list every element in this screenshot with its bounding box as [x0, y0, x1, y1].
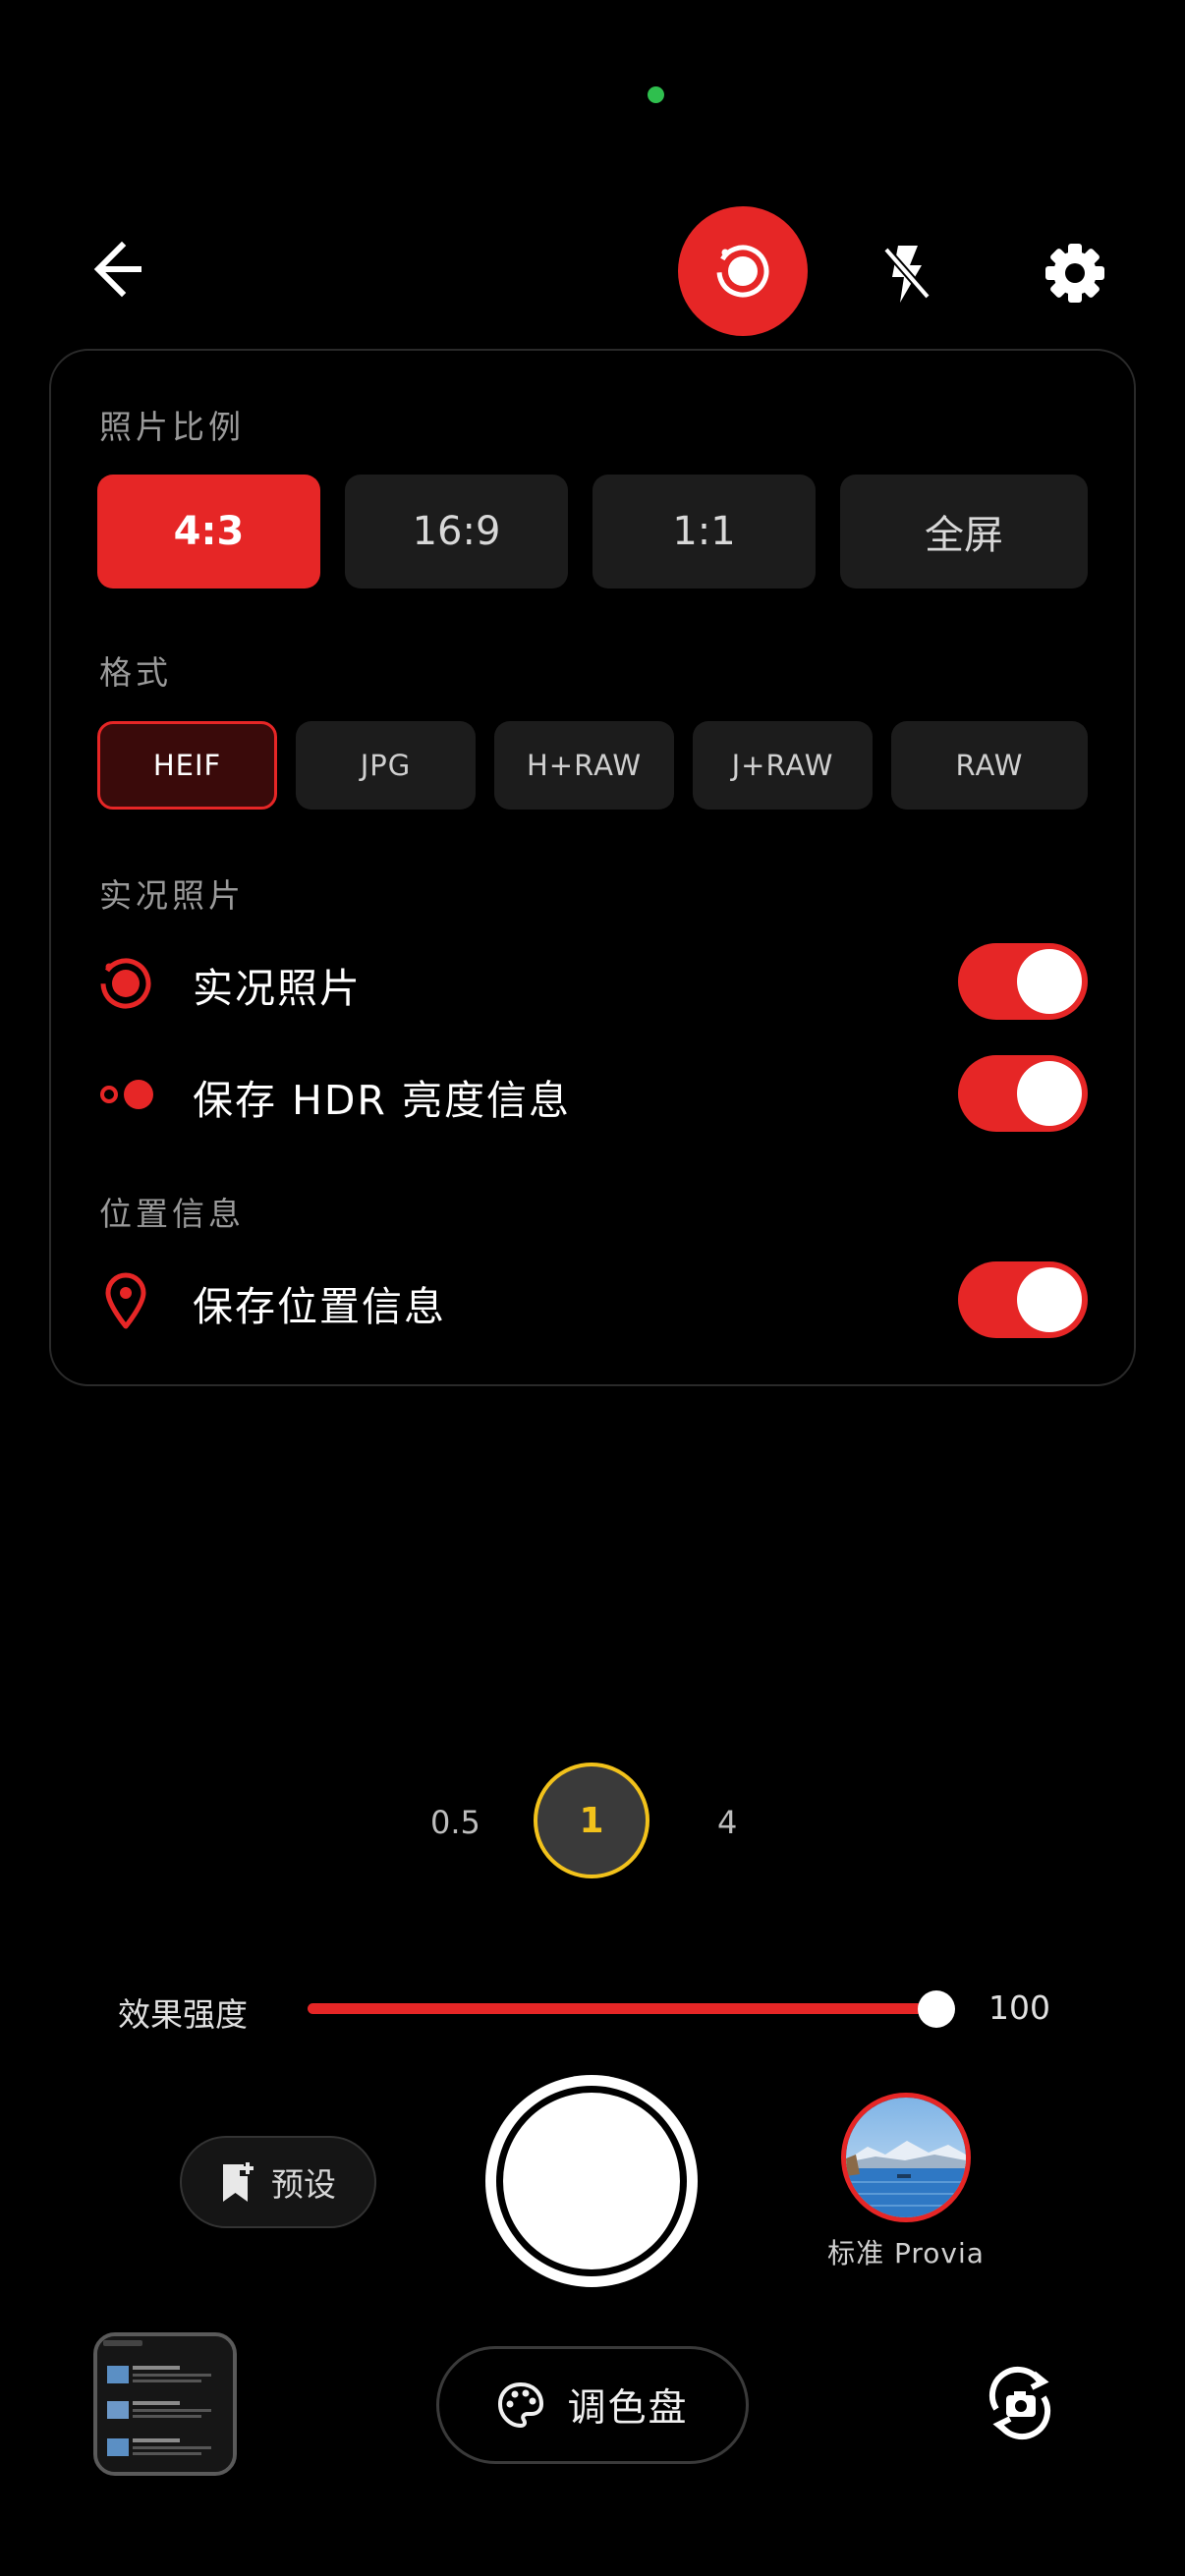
toggle-knob — [1017, 949, 1082, 1014]
live-photo-icon — [100, 958, 151, 1009]
section-label-format: 格式 — [99, 653, 172, 692]
shutter-button[interactable] — [485, 2075, 698, 2287]
hdr-dots-icon — [100, 1080, 153, 1109]
gear-icon — [1045, 244, 1104, 303]
save-hdr-toggle[interactable] — [958, 1055, 1088, 1132]
preset-label: 预设 — [271, 2165, 336, 2204]
zoom-option-4[interactable]: 4 — [717, 1804, 737, 1841]
section-label-live: 实况照片 — [99, 876, 245, 915]
ratio-option-4-3[interactable]: 4:3 — [97, 475, 320, 588]
shutter-inner — [503, 2093, 680, 2269]
back-button[interactable] — [77, 234, 147, 305]
save-location-toggle[interactable] — [958, 1261, 1088, 1338]
location-pin-icon — [105, 1272, 146, 1329]
palette-button[interactable]: 调色盘 — [436, 2346, 749, 2464]
flash-off-icon — [882, 246, 931, 303]
effect-strength-value: 100 — [988, 1988, 1050, 2027]
save-hdr-label: 保存 HDR 亮度信息 — [193, 1077, 571, 1124]
bookmark-add-icon — [223, 2162, 254, 2202]
format-option-h-raw[interactable]: H+RAW — [494, 721, 674, 810]
live-photo-button[interactable] — [678, 206, 808, 336]
palette-label: 调色盘 — [567, 2386, 689, 2431]
section-label-ratio: 照片比例 — [99, 408, 245, 446]
toggle-knob — [1017, 1267, 1082, 1332]
shutter-ring — [496, 2086, 687, 2276]
effect-strength-slider-thumb[interactable] — [918, 1990, 955, 2028]
arrow-left-icon — [93, 241, 141, 298]
flash-off-button[interactable] — [865, 232, 947, 314]
ratio-option-16-9[interactable]: 16:9 — [345, 475, 568, 588]
film-simulation-label: 标准 Provia — [827, 2237, 985, 2269]
live-photo-icon — [716, 245, 769, 298]
format-option-heif[interactable]: HEIF — [97, 721, 277, 810]
gallery-thumbnail[interactable] — [93, 2332, 237, 2476]
live-photo-label: 实况照片 — [193, 965, 362, 1012]
format-option-jpg[interactable]: JPG — [296, 721, 476, 810]
landscape-preview-image — [846, 2098, 966, 2217]
zoom-option-0-5[interactable]: 0.5 — [430, 1804, 480, 1841]
film-simulation-thumbnail[interactable] — [841, 2093, 971, 2222]
effect-strength-label: 效果强度 — [118, 1995, 248, 2034]
preset-button[interactable]: 预设 — [180, 2136, 376, 2228]
ratio-option-1-1[interactable]: 1:1 — [592, 475, 816, 588]
format-option-j-raw[interactable]: J+RAW — [693, 721, 873, 810]
palette-icon — [498, 2381, 544, 2429]
toggle-knob — [1017, 1061, 1082, 1126]
section-label-location: 位置信息 — [99, 1195, 245, 1233]
format-option-raw[interactable]: RAW — [891, 721, 1088, 810]
switch-camera-button[interactable] — [979, 2362, 1061, 2444]
live-photo-toggle[interactable] — [958, 943, 1088, 1020]
settings-button[interactable] — [1034, 232, 1116, 314]
camera-switch-icon — [988, 2366, 1051, 2440]
ratio-option-fullscreen[interactable]: 全屏 — [840, 475, 1088, 588]
zoom-option-1[interactable]: 1 — [534, 1763, 649, 1878]
effect-strength-slider-track[interactable] — [308, 2003, 936, 2014]
camera-in-use-indicator — [648, 86, 664, 103]
save-location-label: 保存位置信息 — [193, 1283, 446, 1330]
recent-photo-preview — [97, 2336, 233, 2472]
